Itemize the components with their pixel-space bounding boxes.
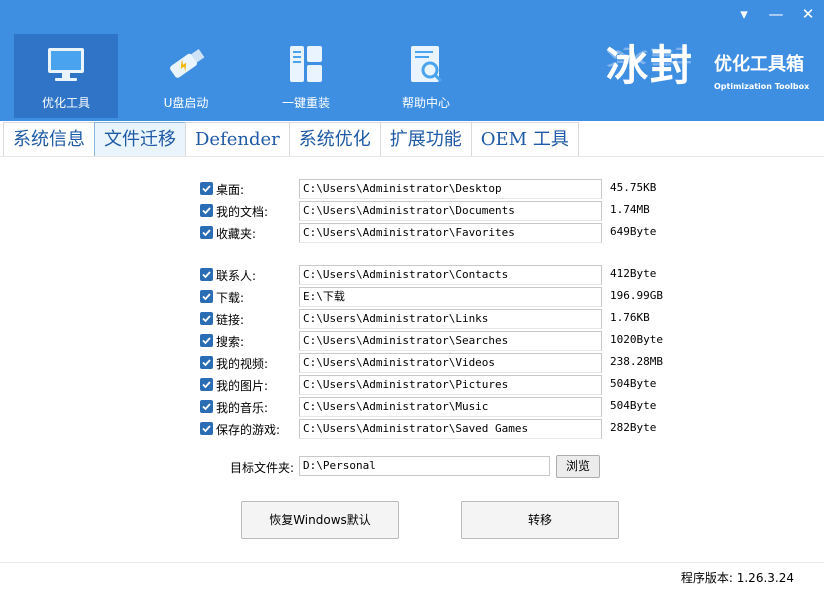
folder-path-field[interactable]: C:\Users\Administrator\Favorites	[299, 223, 602, 243]
folder-path-field[interactable]: C:\Users\Administrator\Desktop	[299, 179, 602, 199]
folder-label: 收藏夹:	[216, 227, 257, 241]
folder-size: 504Byte	[610, 399, 657, 412]
nav-item-optimize[interactable]: 优化工具	[14, 34, 118, 118]
brand-title: 优化工具箱	[714, 54, 804, 75]
folder-size: 282Byte	[610, 421, 657, 434]
target-folder-label: 目标文件夹:	[230, 461, 295, 475]
header-bar: ▾ — ✕ 优化工具 U盘启动 一键重装 帮助中心 冰封 冰封 优化工具箱 Op…	[0, 0, 824, 121]
tab-system-optimize[interactable]: 系统优化	[288, 122, 380, 157]
folder-size: 649Byte	[610, 225, 657, 238]
folder-size: 238.28MB	[610, 355, 663, 368]
search-document-icon	[411, 46, 443, 83]
folder-path-field[interactable]: E:\下载	[299, 287, 602, 307]
nav-label: 优化工具	[41, 96, 90, 110]
folder-size: 45.75KB	[610, 181, 657, 194]
nav-label: 帮助中心	[401, 96, 450, 110]
folder-path-field[interactable]: C:\Users\Administrator\Music	[299, 397, 602, 417]
brand-subtitle: Optimization Toolbox	[714, 82, 810, 91]
nav-item-usb-boot[interactable]: U盘启动	[134, 34, 238, 118]
nav-item-help[interactable]: 帮助中心	[374, 34, 478, 118]
restore-defaults-button[interactable]: 恢复Windows默认	[241, 501, 399, 539]
tab-oem-tools[interactable]: OEM 工具	[470, 122, 579, 157]
folder-checkbox[interactable]	[200, 182, 213, 195]
menu-dropdown-icon[interactable]: ▾	[728, 0, 760, 28]
migrate-button[interactable]: 转移	[461, 501, 619, 539]
folder-label: 我的文档:	[216, 205, 269, 219]
folder-checkbox[interactable]	[200, 334, 213, 347]
folder-size: 196.99GB	[610, 289, 663, 302]
version-text: 程序版本: 1.26.3.24	[680, 571, 794, 585]
window-controls: ▾ — ✕	[728, 0, 824, 28]
folder-size: 1.76KB	[610, 311, 650, 324]
folder-label: 链接:	[216, 313, 245, 327]
nav-label: U盘启动	[163, 96, 209, 110]
folder-size: 1020Byte	[610, 333, 663, 346]
nav-label: 一键重装	[281, 96, 330, 110]
tab-extensions[interactable]: 扩展功能	[379, 122, 471, 157]
usb-drive-icon	[170, 49, 205, 78]
folder-size: 504Byte	[610, 377, 657, 390]
footer-divider	[0, 562, 824, 563]
tab-defender[interactable]: Defender	[185, 122, 289, 157]
folder-label: 我的音乐:	[216, 401, 269, 415]
folder-checkbox[interactable]	[200, 268, 213, 281]
browse-button[interactable]: 浏览	[556, 455, 600, 478]
tab-file-migration[interactable]: 文件迁移	[94, 122, 185, 157]
nav-item-reinstall[interactable]: 一键重装	[254, 34, 358, 118]
folder-path-field[interactable]: C:\Users\Administrator\Videos	[299, 353, 602, 373]
folder-checkbox[interactable]	[200, 204, 213, 217]
folder-path-field[interactable]: C:\Users\Administrator\Documents	[299, 201, 602, 221]
folder-checkbox[interactable]	[200, 400, 213, 413]
minimize-icon[interactable]: —	[760, 0, 792, 28]
close-icon[interactable]: ✕	[792, 0, 824, 28]
folder-path-field[interactable]: C:\Users\Administrator\Searches	[299, 331, 602, 351]
folder-label: 搜索:	[216, 335, 245, 349]
brand-logo: 冰封 冰封 优化工具箱 Optimization Toolbox	[606, 36, 816, 116]
folder-checkbox[interactable]	[200, 226, 213, 239]
folder-size: 412Byte	[610, 267, 657, 280]
target-folder-input[interactable]: D:\Personal	[299, 456, 550, 476]
monitor-icon	[48, 48, 84, 81]
windows-blocks-icon	[290, 46, 322, 82]
folder-path-field[interactable]: C:\Users\Administrator\Saved Games	[299, 419, 602, 439]
folder-size: 1.74MB	[610, 203, 650, 216]
folder-label: 我的视频:	[216, 357, 269, 371]
folder-label: 保存的游戏:	[216, 423, 281, 437]
folder-checkbox[interactable]	[200, 356, 213, 369]
folder-label: 我的图片:	[216, 379, 269, 393]
tab-system-info[interactable]: 系统信息	[3, 122, 94, 157]
folder-path-field[interactable]: C:\Users\Administrator\Contacts	[299, 265, 602, 285]
tab-divider	[0, 156, 824, 157]
folder-path-field[interactable]: C:\Users\Administrator\Links	[299, 309, 602, 329]
tab-bar: 系统信息 文件迁移 Defender 系统优化 扩展功能 OEM 工具	[3, 122, 579, 157]
folder-path-field[interactable]: C:\Users\Administrator\Pictures	[299, 375, 602, 395]
folder-label: 联系人:	[216, 269, 257, 283]
folder-checkbox[interactable]	[200, 290, 213, 303]
folder-checkbox[interactable]	[200, 422, 213, 435]
folder-label: 下载:	[216, 291, 245, 305]
folder-label: 桌面:	[216, 183, 245, 197]
folder-checkbox[interactable]	[200, 312, 213, 325]
folder-checkbox[interactable]	[200, 378, 213, 391]
brand-logo-reflection: 冰封	[606, 45, 695, 70]
